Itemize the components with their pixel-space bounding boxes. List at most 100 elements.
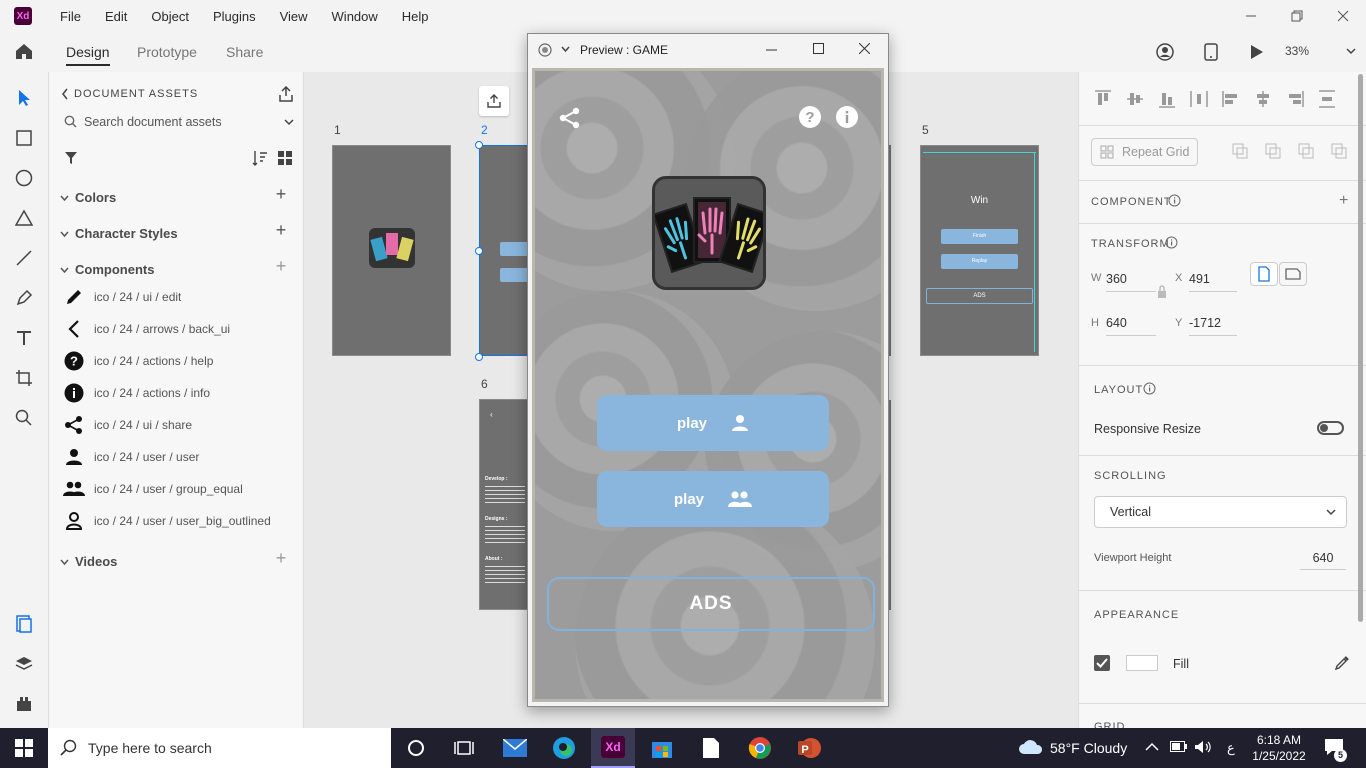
info-icon[interactable] <box>1143 382 1156 395</box>
info-icon[interactable] <box>835 105 859 129</box>
xd-taskbar-icon[interactable]: Xd <box>591 728 635 768</box>
scrolling-select[interactable]: Vertical <box>1094 496 1347 528</box>
zoom-level[interactable]: 33% <box>1285 44 1309 58</box>
component-item[interactable]: ico / 24 / user / group_equal <box>60 473 300 505</box>
assets-panel-icon[interactable] <box>12 612 36 636</box>
polygon-tool-icon[interactable] <box>12 206 36 230</box>
add-color-button[interactable]: + <box>272 184 290 205</box>
info-icon[interactable] <box>1168 194 1181 207</box>
component-item[interactable]: ico / 24 / user / user_big_outlined <box>60 505 300 537</box>
subtract-shape-icon[interactable] <box>1265 143 1281 159</box>
component-item[interactable]: ico / 24 / actions / info <box>60 377 300 409</box>
artboard-6[interactable]: ‹ Develop : Designs : About : <box>479 399 529 610</box>
menu-window[interactable]: Window <box>320 9 390 24</box>
account-icon[interactable] <box>1156 43 1174 61</box>
home-icon[interactable] <box>14 42 34 60</box>
distribute-vertical-icon[interactable] <box>1318 90 1336 108</box>
character-styles-section[interactable]: Character Styles <box>60 226 178 241</box>
help-icon[interactable]: ? <box>798 105 822 129</box>
chevron-down-icon[interactable] <box>561 46 570 53</box>
menu-view[interactable]: View <box>268 9 320 24</box>
add-character-style-button[interactable]: + <box>272 220 290 241</box>
height-field[interactable]: 640 <box>1106 310 1156 336</box>
artboard-1[interactable] <box>332 145 451 356</box>
distribute-horizontal-icon[interactable] <box>1190 90 1208 108</box>
add-component-button[interactable]: + <box>272 256 290 277</box>
repeat-grid-button[interactable]: Repeat Grid <box>1091 138 1198 166</box>
play-single-button[interactable]: play <box>597 395 829 451</box>
chevron-down-icon[interactable] <box>1346 47 1356 55</box>
battery-icon[interactable] <box>1170 741 1188 753</box>
export-icon[interactable] <box>278 86 294 102</box>
width-field[interactable]: 360 <box>1106 266 1156 292</box>
exclude-shape-icon[interactable] <box>1331 143 1347 159</box>
menu-edit[interactable]: Edit <box>93 9 139 24</box>
restore-button[interactable] <box>1274 0 1320 32</box>
pen-tool-icon[interactable] <box>12 286 36 310</box>
selection-handle[interactable] <box>475 353 483 361</box>
align-middle-icon[interactable] <box>1126 90 1144 108</box>
colors-section[interactable]: Colors <box>60 190 116 205</box>
close-icon[interactable] <box>859 43 870 54</box>
align-left-icon[interactable] <box>1222 90 1240 108</box>
fill-color-swatch[interactable] <box>1126 655 1158 671</box>
component-item[interactable]: ico / 24 / ui / share <box>60 409 300 441</box>
record-icon[interactable] <box>538 43 552 57</box>
menu-object[interactable]: Object <box>139 9 201 24</box>
task-view-icon[interactable] <box>442 728 486 768</box>
layers-panel-icon[interactable] <box>12 652 36 676</box>
zoom-tool-icon[interactable] <box>12 406 36 430</box>
cortana-icon[interactable] <box>394 728 438 768</box>
landscape-orientation-button[interactable] <box>1279 262 1307 286</box>
edge-browser-icon[interactable] <box>542 728 586 768</box>
plugins-panel-icon[interactable] <box>12 692 36 716</box>
eyedropper-icon[interactable] <box>1334 655 1350 671</box>
search-dropdown-icon[interactable] <box>284 118 294 126</box>
text-tool-icon[interactable] <box>12 326 36 350</box>
align-right-icon[interactable] <box>1286 90 1304 108</box>
x-field[interactable]: 491 <box>1189 266 1237 292</box>
file-app-icon[interactable] <box>689 728 733 768</box>
filter-icon[interactable] <box>64 151 78 165</box>
volume-icon[interactable] <box>1194 740 1212 754</box>
viewport-height-field[interactable]: 640 <box>1300 546 1346 570</box>
add-shape-icon[interactable] <box>1232 143 1248 159</box>
minimize-icon[interactable] <box>766 49 777 51</box>
device-preview-icon[interactable] <box>1204 43 1218 61</box>
maximize-icon[interactable] <box>813 43 824 54</box>
input-language[interactable]: ع <box>1227 740 1235 756</box>
selection-handle[interactable] <box>475 247 483 255</box>
back-icon[interactable] <box>61 88 69 100</box>
play-preview-icon[interactable] <box>1250 44 1264 60</box>
line-tool-icon[interactable] <box>12 246 36 270</box>
artboard-tool-icon[interactable] <box>12 366 36 390</box>
artboard-2-selected[interactable] <box>479 145 530 356</box>
add-component-button[interactable]: + <box>1339 192 1348 210</box>
search-input[interactable]: Search document assets <box>84 115 222 129</box>
props-scrollbar[interactable] <box>1358 74 1363 622</box>
align-top-icon[interactable] <box>1094 90 1112 108</box>
chevron-up-icon[interactable] <box>1145 742 1159 752</box>
ellipse-tool-icon[interactable] <box>12 166 36 190</box>
info-icon[interactable] <box>1165 236 1178 249</box>
videos-section[interactable]: Videos <box>60 554 117 569</box>
component-item[interactable]: ? ico / 24 / actions / help <box>60 345 300 377</box>
sort-icon[interactable] <box>252 150 268 166</box>
y-field[interactable]: -1712 <box>1189 310 1237 336</box>
system-clock[interactable]: 6:18 AM 1/25/2022 <box>1244 732 1314 764</box>
chrome-browser-icon[interactable] <box>738 728 782 768</box>
intersect-shape-icon[interactable] <box>1298 143 1314 159</box>
play-multiplayer-button[interactable]: play <box>597 471 829 527</box>
rectangle-tool-icon[interactable] <box>12 126 36 150</box>
component-item[interactable]: ico / 24 / ui / edit <box>60 281 300 313</box>
artboard-5[interactable]: Win Finish Replay ADS <box>920 145 1039 356</box>
portrait-orientation-button[interactable] <box>1250 262 1278 286</box>
store-app-icon[interactable] <box>640 728 684 768</box>
add-video-button[interactable]: + <box>272 548 290 569</box>
menu-file[interactable]: File <box>48 9 93 24</box>
close-button[interactable] <box>1320 0 1366 32</box>
share-icon[interactable] <box>559 107 581 129</box>
windows-start-icon[interactable] <box>2 728 46 768</box>
menu-plugins[interactable]: Plugins <box>201 9 268 24</box>
align-center-icon[interactable] <box>1254 90 1272 108</box>
